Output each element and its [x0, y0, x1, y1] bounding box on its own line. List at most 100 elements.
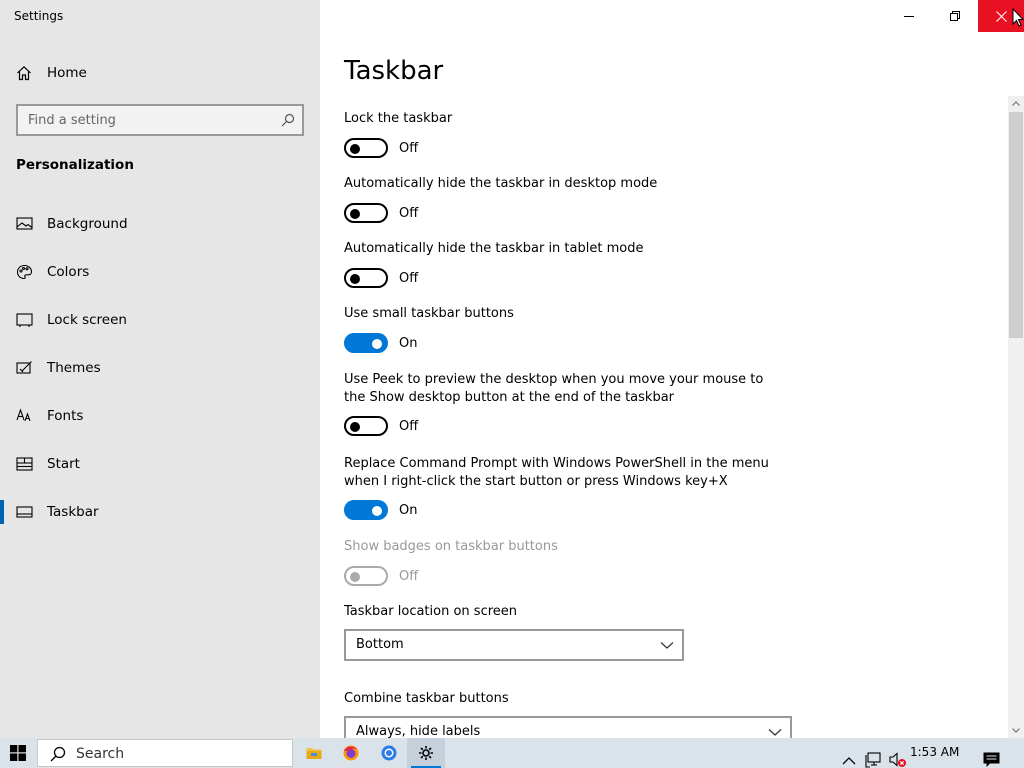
fonts-icon	[16, 408, 31, 422]
autohide-tablet-toggle[interactable]	[344, 268, 388, 288]
start-button[interactable]	[0, 738, 36, 768]
sidebar-item-label: Colors	[47, 264, 90, 280]
search-icon[interactable]	[281, 113, 295, 127]
setting-label: Automatically hide the taskbar in tablet…	[344, 241, 644, 256]
taskbar-app-firefox[interactable]	[332, 738, 370, 768]
taskbar-app-settings[interactable]	[407, 738, 445, 768]
network-icon[interactable]	[865, 745, 883, 768]
toggle-row: Off	[344, 566, 418, 586]
sidebar-item-fonts[interactable]: Fonts	[0, 396, 320, 436]
scrollbar-thumb[interactable]	[1009, 112, 1023, 338]
toggle-state: Off	[399, 418, 419, 434]
toggle-knob	[350, 274, 360, 284]
chevron-down-icon	[768, 729, 782, 736]
chevron-down-icon	[660, 642, 674, 649]
toggle-knob	[350, 422, 360, 432]
toggle-row: Off	[344, 203, 418, 223]
vertical-scrollbar[interactable]	[1008, 96, 1024, 738]
sidebar-item-themes[interactable]: Themes	[0, 348, 320, 388]
toggle-state: Off	[399, 270, 419, 286]
lock-screen-icon	[16, 313, 33, 327]
toggle-state: Off	[399, 140, 419, 156]
action-center-icon[interactable]	[983, 745, 1000, 768]
start-icon	[16, 457, 33, 471]
setting-label: Use small taskbar buttons	[344, 306, 514, 321]
taskbar-app-file-explorer[interactable]	[295, 738, 333, 768]
taskbar-location-dropdown[interactable]: Bottom	[344, 629, 684, 661]
scroll-down-icon[interactable]	[1008, 722, 1024, 738]
lock-taskbar-toggle[interactable]	[344, 138, 388, 158]
sidebar-item-label: Lock screen	[47, 312, 127, 328]
minimize-icon	[904, 16, 914, 17]
toggle-knob	[350, 572, 360, 582]
setting-autohide-desktop: Automatically hide the taskbar in deskto…	[344, 175, 784, 223]
windows-taskbar: Search 1:53 AM	[0, 738, 1024, 768]
toggle-row: On	[344, 500, 417, 520]
toggle-state: Off	[399, 205, 419, 221]
toggle-row: On	[344, 333, 417, 353]
settings-gear-icon	[419, 746, 433, 760]
setting-label: Combine taskbar buttons	[344, 691, 509, 706]
restore-icon	[950, 11, 960, 21]
toggle-row: Off	[344, 138, 418, 158]
autohide-desktop-toggle[interactable]	[344, 203, 388, 223]
setting-combine-buttons: Combine taskbar buttons Always, hide lab…	[344, 690, 792, 738]
sidebar-item-background[interactable]: Background	[0, 204, 320, 244]
sidebar-item-taskbar[interactable]: Taskbar	[0, 492, 320, 532]
toggle-knob	[372, 506, 382, 516]
mouse-cursor-icon	[1012, 8, 1024, 27]
setting-label: Taskbar location on screen	[344, 604, 518, 619]
toggle-knob	[350, 209, 360, 219]
setting-small-buttons: Use small taskbar buttons On	[344, 305, 784, 353]
setting-label: Use Peek to preview the desktop when you…	[344, 372, 764, 405]
sidebar-item-label: Themes	[47, 360, 101, 376]
volume-muted-icon[interactable]	[889, 745, 907, 768]
setting-label: Lock the taskbar	[344, 111, 453, 126]
nav-home-label: Home	[47, 65, 87, 81]
find-setting-input[interactable]	[18, 106, 268, 134]
sidebar-item-start[interactable]: Start	[0, 444, 320, 484]
minimize-button[interactable]	[886, 0, 932, 32]
chrome-icon	[381, 745, 397, 761]
sidebar-item-label: Background	[47, 216, 128, 232]
setting-peek: Use Peek to preview the desktop when you…	[344, 371, 784, 436]
taskbar-search-box[interactable]: Search	[37, 739, 293, 767]
taskbar-search-text: Search	[76, 746, 125, 762]
toggle-state: Off	[399, 568, 419, 584]
setting-taskbar-location: Taskbar location on screen Bottom	[344, 603, 784, 661]
taskbar-icon	[16, 506, 33, 518]
nav-home[interactable]: Home	[0, 56, 320, 90]
toggle-state: On	[399, 502, 418, 518]
dropdown-value: Bottom	[356, 637, 404, 652]
find-setting-box[interactable]	[16, 104, 304, 136]
setting-label: Automatically hide the taskbar in deskto…	[344, 176, 658, 191]
file-explorer-icon	[306, 748, 322, 759]
firefox-icon	[343, 745, 359, 761]
sidebar-item-label: Start	[47, 456, 80, 472]
combine-buttons-dropdown[interactable]: Always, hide labels	[344, 716, 792, 738]
sidebar-item-label: Fonts	[47, 408, 84, 424]
toggle-knob	[350, 144, 360, 154]
small-buttons-toggle[interactable]	[344, 333, 388, 353]
search-icon	[50, 746, 66, 762]
tray-chevron-up-icon[interactable]	[842, 746, 856, 768]
window-title: Settings	[14, 9, 64, 23]
toggle-state: On	[399, 335, 418, 351]
powershell-toggle[interactable]	[344, 500, 388, 520]
peek-toggle[interactable]	[344, 416, 388, 436]
taskbar-app-chrome[interactable]	[370, 738, 408, 768]
close-icon	[995, 10, 1007, 22]
sidebar-item-colors[interactable]: Colors	[0, 252, 320, 292]
dropdown-value: Always, hide labels	[356, 724, 481, 738]
setting-autohide-tablet: Automatically hide the taskbar in tablet…	[344, 240, 784, 288]
toggle-row: Off	[344, 416, 418, 436]
toggle-row: Off	[344, 268, 418, 288]
page-title: Taskbar	[344, 56, 444, 86]
badges-toggle	[344, 566, 388, 586]
taskbar-clock[interactable]: 1:53 AM	[910, 745, 959, 759]
restore-button[interactable]	[932, 0, 978, 32]
scroll-up-icon[interactable]	[1008, 96, 1024, 112]
home-icon	[17, 65, 31, 81]
toggle-knob	[372, 339, 382, 349]
sidebar-item-lock-screen[interactable]: Lock screen	[0, 300, 320, 340]
